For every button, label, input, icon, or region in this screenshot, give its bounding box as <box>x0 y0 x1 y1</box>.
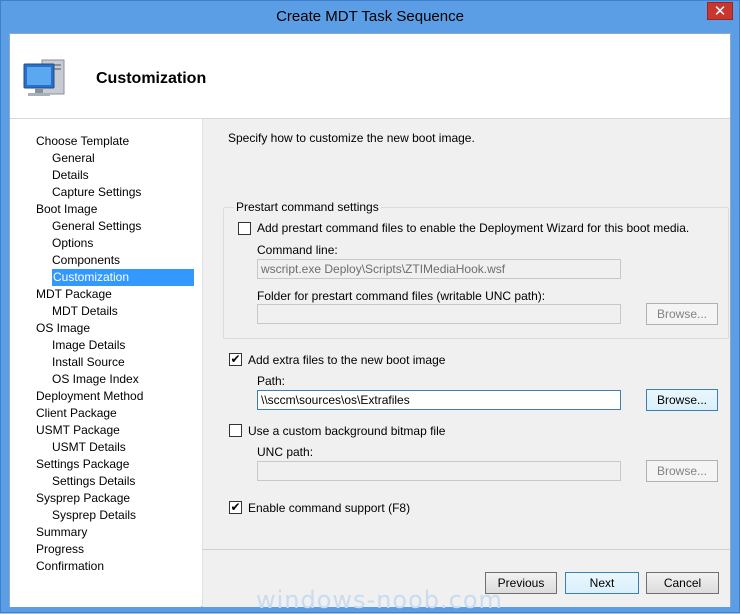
computer-icon <box>23 59 65 96</box>
prestart-legend: Prestart command settings <box>234 200 381 214</box>
extra-files-path-label: Path: <box>257 374 286 388</box>
prestart-folder-input[interactable] <box>257 304 621 324</box>
wizard-client: Customization Choose Template General Deta… <box>9 33 731 607</box>
extra-files-browse-button[interactable]: Browse... <box>646 389 718 411</box>
nav-item[interactable]: Install Source <box>52 354 202 371</box>
nav-item[interactable]: Client Package <box>36 405 186 422</box>
nav-item[interactable]: General <box>52 150 202 167</box>
background-bitmap-checkbox-label[interactable]: Use a custom background bitmap file <box>248 424 445 438</box>
customization-panel: Specify how to customize the new boot im… <box>202 119 730 549</box>
nav-item[interactable]: Options <box>52 235 202 252</box>
background-browse-button[interactable]: Browse... <box>646 460 718 482</box>
nav-item[interactable]: MDT Details <box>52 303 202 320</box>
command-line-input[interactable]: wscript.exe Deploy\Scripts\ZTIMediaHook.… <box>257 259 621 279</box>
close-button[interactable]: ✕ <box>707 2 733 20</box>
nav-item[interactable]: Settings Details <box>52 473 202 490</box>
nav-item[interactable]: Deployment Method <box>36 388 186 405</box>
unc-path-input[interactable] <box>257 461 621 481</box>
nav-item[interactable]: MDT Package <box>36 286 186 303</box>
wizard-window: Create MDT Task Sequence ✕ Customization… <box>0 0 740 614</box>
nav-item[interactable]: Customization <box>52 269 194 286</box>
wizard-steps-nav: Choose Template General Details Capture Set… <box>10 119 201 607</box>
next-button[interactable]: Next <box>565 572 639 594</box>
nav-item[interactable]: Components <box>52 252 202 269</box>
nav-item[interactable]: Sysprep Details <box>52 507 202 524</box>
nav-item[interactable]: USMT Details <box>52 439 202 456</box>
close-icon: ✕ <box>713 3 727 20</box>
nav-item[interactable]: OS Image Index <box>52 371 202 388</box>
nav-item[interactable]: General Settings <box>52 218 202 235</box>
window-title: Create MDT Task Sequence <box>276 8 464 25</box>
nav-item[interactable]: Sysprep Package <box>36 490 186 507</box>
wizard-header: Customization <box>10 34 730 118</box>
title-bar[interactable]: Create MDT Task Sequence ✕ <box>1 1 739 33</box>
check-icon: ✔ <box>230 500 241 514</box>
command-line-label: Command line: <box>257 243 338 257</box>
nav-item[interactable]: Boot Image <box>36 201 186 218</box>
unc-path-label: UNC path: <box>257 445 314 459</box>
check-icon: ✔ <box>230 352 241 366</box>
command-support-checkbox-label[interactable]: Enable command support (F8) <box>248 501 410 515</box>
nav-item[interactable]: Image Details <box>52 337 202 354</box>
nav-item[interactable]: OS Image <box>36 320 186 337</box>
cancel-button[interactable]: Cancel <box>646 572 719 594</box>
prestart-checkbox-label[interactable]: Add prestart command files to enable the… <box>257 221 689 235</box>
command-support-checkbox[interactable]: ✔ <box>229 501 242 514</box>
nav-item[interactable]: Choose Template <box>36 133 186 150</box>
nav-item[interactable]: Confirmation <box>36 558 186 575</box>
nav-item[interactable]: Capture Settings <box>52 184 202 201</box>
page-title: Customization <box>96 70 207 87</box>
nav-item[interactable]: Summary <box>36 524 186 541</box>
extra-files-path-input[interactable]: \\sccm\sources\os\Extrafiles <box>257 390 621 410</box>
extra-files-checkbox-label[interactable]: Add extra files to the new boot image <box>248 353 445 367</box>
watermark-text: windows-noob.com <box>256 586 503 614</box>
intro-text: Specify how to customize the new boot im… <box>228 131 475 145</box>
nav-item[interactable]: Progress <box>36 541 186 558</box>
nav-item[interactable]: Details <box>52 167 202 184</box>
prestart-folder-label: Folder for prestart command files (writa… <box>257 289 546 303</box>
background-bitmap-checkbox[interactable] <box>229 424 242 437</box>
extra-files-checkbox[interactable]: ✔ <box>229 353 242 366</box>
nav-item[interactable]: Settings Package <box>36 456 186 473</box>
nav-item[interactable]: USMT Package <box>36 422 186 439</box>
prestart-browse-button[interactable]: Browse... <box>646 303 718 325</box>
prestart-checkbox[interactable] <box>238 222 251 235</box>
